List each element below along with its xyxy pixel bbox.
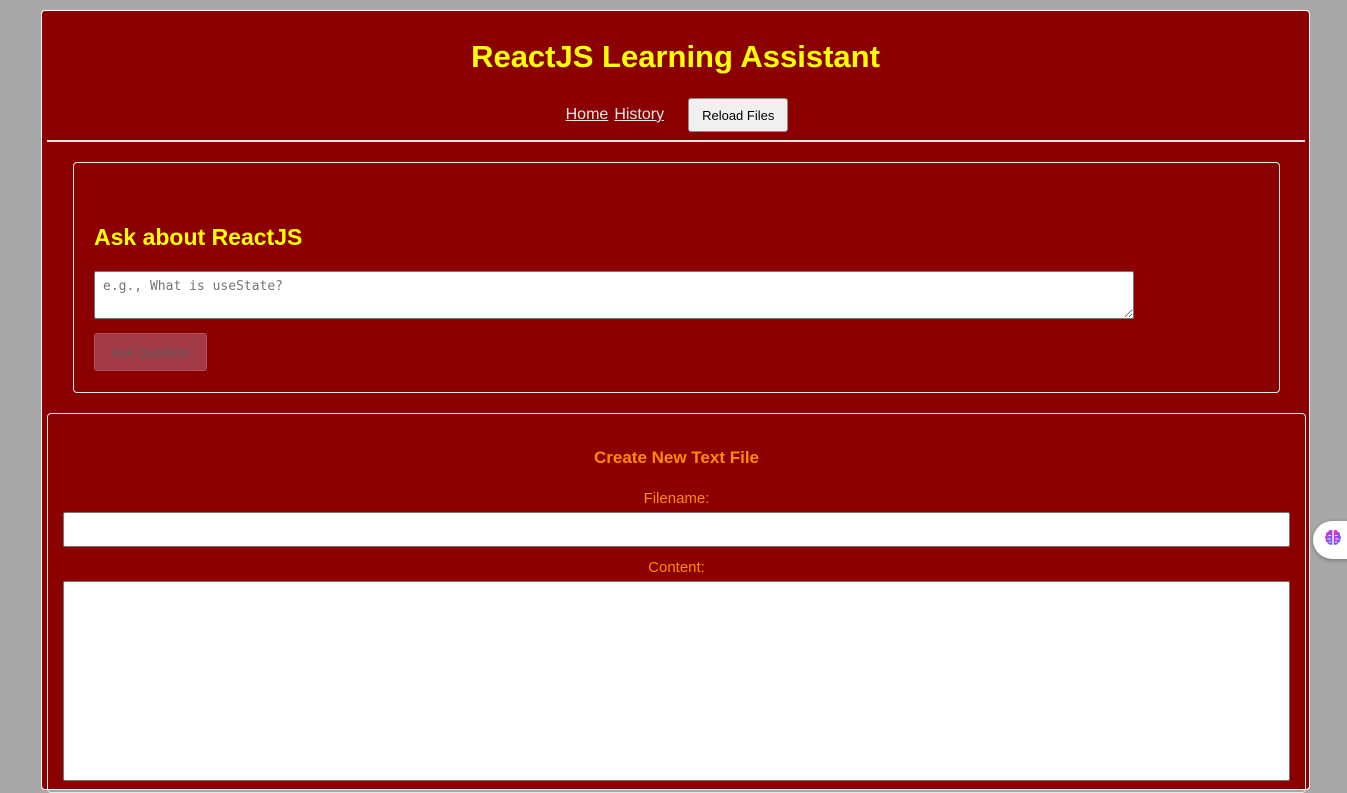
question-input[interactable] — [94, 271, 1134, 319]
ask-heading: Ask about ReactJS — [94, 224, 303, 250]
header-divider — [47, 140, 1305, 142]
ask-panel: Ask about ReactJS Ask Question — [73, 162, 1280, 393]
brain-icon — [1323, 528, 1343, 553]
main-nav: Home History Reload Files — [42, 98, 1309, 132]
create-file-panel: Create New Text File Filename: Content: — [47, 413, 1306, 793]
content-textarea[interactable] — [63, 581, 1290, 781]
reload-files-button[interactable]: Reload Files — [688, 98, 789, 132]
extension-button[interactable] — [1313, 521, 1347, 559]
app-container: ReactJS Learning Assistant Home History … — [41, 10, 1310, 793]
filename-label: Filename: — [643, 490, 710, 507]
ask-question-button[interactable]: Ask Question — [94, 333, 207, 371]
page-title: ReactJS Learning Assistant — [471, 39, 880, 74]
nav-link-home[interactable]: Home — [566, 106, 609, 124]
nav-link-history[interactable]: History — [614, 106, 664, 124]
filename-input[interactable] — [63, 512, 1290, 547]
create-file-heading: Create New Text File — [593, 448, 760, 467]
content-label: Content: — [648, 559, 705, 576]
